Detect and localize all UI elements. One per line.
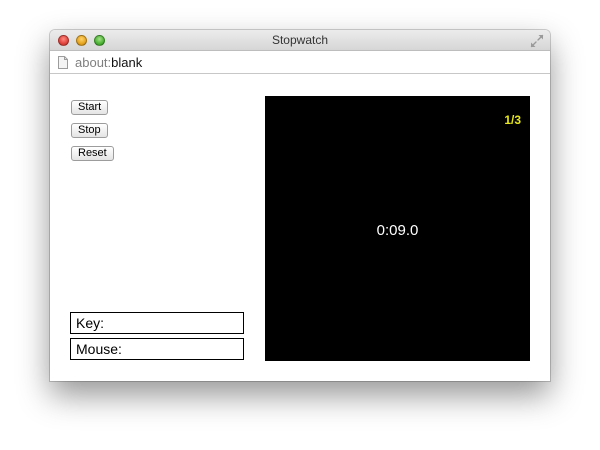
page-icon	[58, 56, 68, 69]
fullscreen-icon[interactable]	[530, 34, 544, 48]
url-text[interactable]: about:blank	[75, 55, 142, 70]
window-title: Stopwatch	[271, 33, 329, 47]
browser-window: Stopwatch about:blank Start Stop Reset K…	[50, 30, 550, 381]
title-bar[interactable]: Stopwatch	[50, 30, 550, 51]
stop-button[interactable]: Stop	[71, 123, 108, 138]
stopwatch-display[interactable]: 1/3 0:09.0	[265, 96, 530, 361]
elapsed-time: 0:09.0	[376, 222, 419, 239]
url-scheme: about:	[75, 55, 112, 70]
start-button[interactable]: Start	[71, 100, 109, 115]
address-bar[interactable]: about:blank	[50, 51, 550, 74]
reset-button[interactable]: Reset	[71, 146, 114, 161]
url-path: blank	[111, 55, 143, 70]
screen: Stopwatch about:blank Start Stop Reset K…	[0, 0, 600, 450]
lap-counter: 1/3	[504, 113, 521, 127]
mouse-status-box: Mouse:	[70, 338, 244, 360]
key-status-box: Key:	[70, 312, 244, 334]
